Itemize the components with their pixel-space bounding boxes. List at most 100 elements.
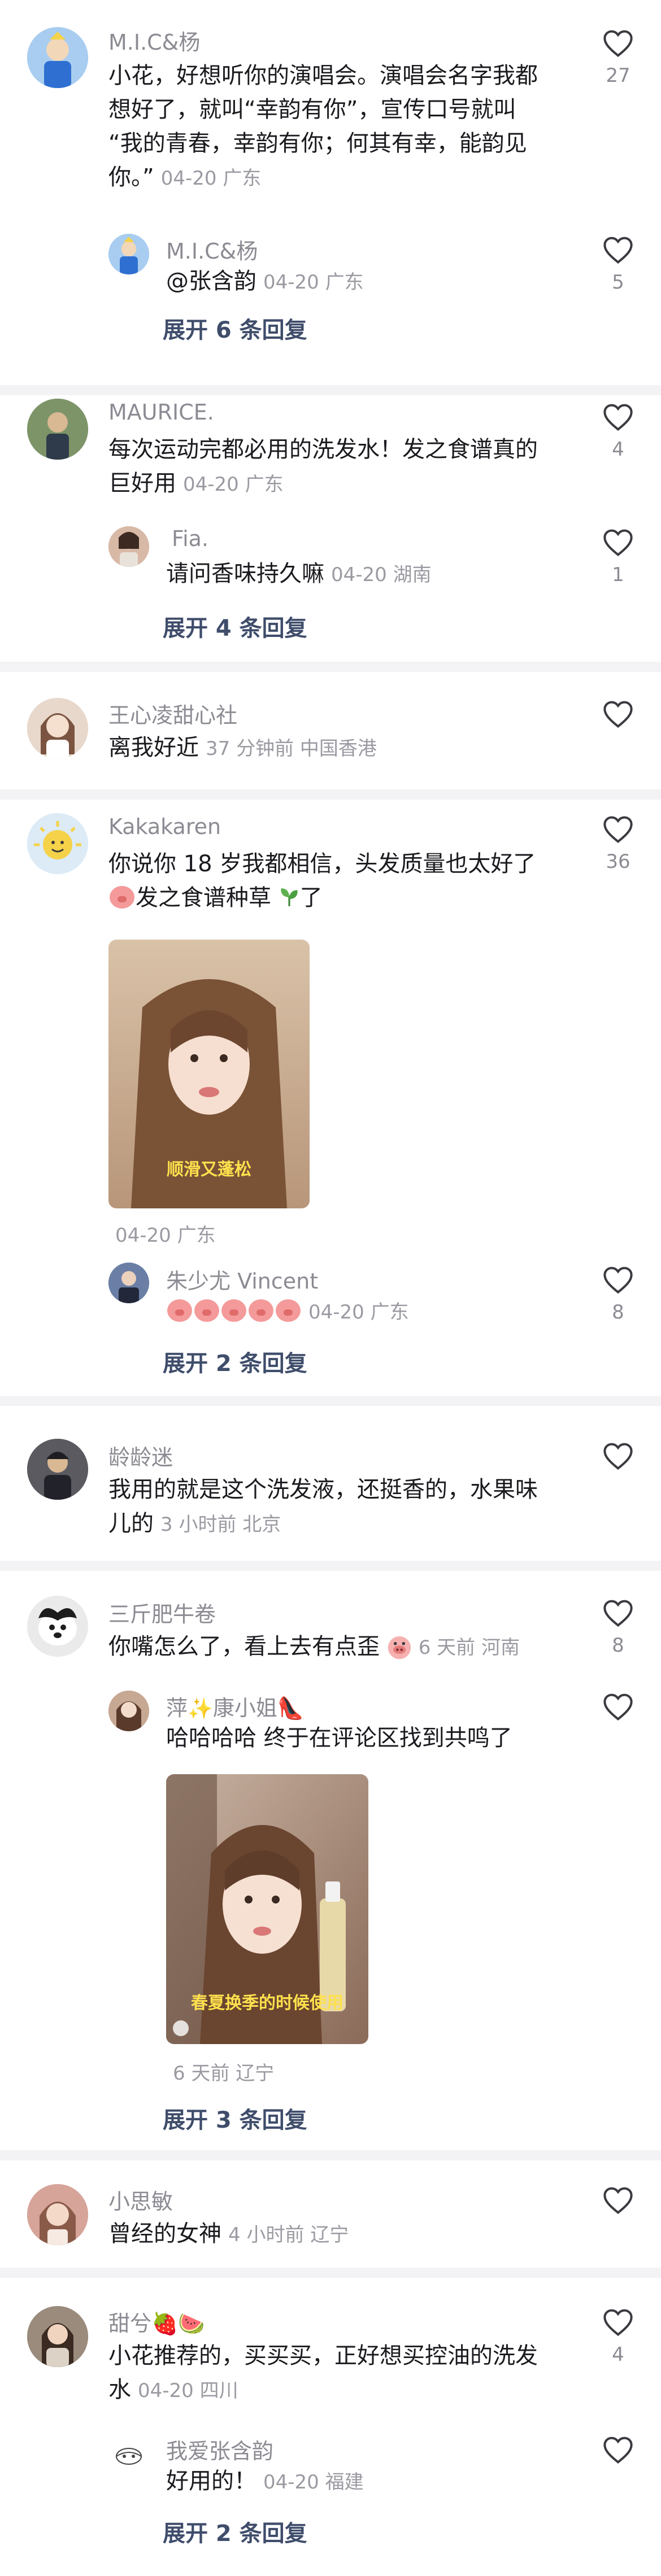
- image-caption: 顺滑又蓬松: [167, 1160, 251, 1180]
- reply-image[interactable]: 春夏换季的时候使用: [166, 1774, 368, 2044]
- avatar[interactable]: [27, 399, 88, 460]
- pig-emoji-icon: [276, 1299, 301, 1322]
- heart-outline-icon: [603, 1267, 633, 1294]
- heart-outline-icon: [603, 2437, 633, 2464]
- comment-username[interactable]: 小思敏: [108, 2184, 173, 2215]
- pig-emoji-icon: [194, 1299, 219, 1322]
- like-button[interactable]: 1: [598, 529, 638, 586]
- comment-thread: 小思敏 曾经的女神 4 小时前 辽宁: [0, 2160, 661, 2278]
- comment-text: 每次运动完都必用的洗发水！发之食谱真的 巨好用 04-20 广东: [108, 433, 583, 501]
- like-button[interactable]: 4: [598, 403, 638, 461]
- heart-outline-icon: [603, 1443, 633, 1470]
- comment-text: 小花，好想听你的演唱会。演唱会名字我都 想好了，就叫“幸韵有你”，宣传口号就叫 …: [108, 59, 583, 195]
- like-button[interactable]: 4: [598, 2308, 638, 2366]
- reply-text: 好用的！ 04-20 福建: [166, 2468, 364, 2494]
- avatar[interactable]: [27, 813, 88, 874]
- comment-thread: M.I.C&杨 小花，好想听你的演唱会。演唱会名字我都 想好了，就叫“幸韵有你”…: [0, 0, 661, 395]
- expand-replies-link[interactable]: 展开 6 条回复: [163, 312, 307, 344]
- like-button[interactable]: 8: [598, 1266, 638, 1324]
- heart-outline-icon: [603, 2187, 633, 2214]
- avatar[interactable]: [27, 698, 88, 759]
- expand-replies-link[interactable]: 展开 4 条回复: [163, 610, 307, 643]
- comment-line: “我的青春，幸韵有你；何其有幸，能韵见: [108, 130, 527, 156]
- reply-meta: 04-20 广东: [263, 271, 364, 294]
- divider: [0, 2268, 661, 2278]
- comment-thread: 龄龄迷 我用的就是这个洗发液，还挺香的，水果味 儿的 3 小时前 北京: [0, 1406, 661, 1571]
- comment-line: 儿的: [108, 1510, 154, 1536]
- heart-outline-icon: [603, 1600, 633, 1627]
- like-count: 27: [606, 64, 630, 87]
- image-caption: 春夏换季的时候使用: [191, 1993, 343, 2013]
- avatar[interactable]: [27, 27, 88, 88]
- comment-meta: 04-20 广东: [183, 473, 284, 496]
- seedling-emoji-icon: [281, 888, 298, 906]
- comment-meta: 04-20 广东: [115, 1224, 216, 1247]
- like-count: 8: [612, 1634, 624, 1657]
- comment-line: 你。”: [108, 164, 154, 190]
- like-button[interactable]: 8: [598, 1599, 638, 1657]
- like-button[interactable]: 5: [598, 236, 638, 294]
- mention-link[interactable]: @张含韵: [166, 268, 256, 294]
- comment-line: 小花推荐的，买买买，正好想买控油的洗发: [108, 2343, 538, 2369]
- comment-line: 巨好用: [108, 470, 176, 496]
- reply-username[interactable]: Fia.: [172, 526, 208, 551]
- comment-line: 小花，好想听你的演唱会。演唱会名字我都: [108, 63, 538, 89]
- avatar[interactable]: [27, 2306, 88, 2367]
- watermelon-emoji-icon: 🍉: [178, 2311, 205, 2336]
- high-heel-emoji-icon: 👠: [277, 1696, 305, 1721]
- reply-text: 04-20 广东: [166, 1294, 573, 1329]
- avatar[interactable]: [27, 1596, 88, 1657]
- divider: [0, 385, 661, 395]
- like-button[interactable]: [598, 2186, 638, 2215]
- like-count: 5: [612, 271, 624, 294]
- heart-outline-icon: [603, 30, 633, 57]
- divider: [0, 1396, 661, 1406]
- expand-replies-link[interactable]: 展开 3 条回复: [163, 2102, 307, 2134]
- reply-username[interactable]: M.I.C&杨: [166, 234, 258, 265]
- like-count: 1: [612, 564, 624, 586]
- like-button[interactable]: [598, 1693, 638, 1721]
- comment-username[interactable]: Kakakaren: [108, 814, 221, 839]
- comment-username[interactable]: M.I.C&杨: [108, 25, 200, 56]
- avatar[interactable]: [108, 1691, 149, 1731]
- comment-thread: 甜兮🍓🍉 小花推荐的，买买买，正好想买控油的洗发 水 04-20 四川 4 我爱张…: [0, 2278, 661, 2576]
- heart-outline-icon: [603, 2309, 633, 2336]
- heart-outline-icon: [603, 529, 633, 556]
- heart-outline-icon: [603, 237, 633, 264]
- comment-thread: 三斤肥牛卷 你嘴怎么了，看上去有点歪 6 天前 河南 8 萍✨康小姐👠 哈哈哈哈…: [0, 1571, 661, 2160]
- avatar[interactable]: [108, 1263, 149, 1303]
- comment-text: 曾经的女神 4 小时前 辽宁: [108, 2221, 349, 2247]
- expand-replies-link[interactable]: 展开 2 条回复: [163, 1345, 307, 1378]
- comment-username[interactable]: MAURICE.: [108, 400, 214, 425]
- like-button[interactable]: [598, 700, 638, 728]
- comment-username[interactable]: 甜兮🍓🍉: [108, 2306, 205, 2337]
- comment-text: 小花推荐的，买买买，正好想买控油的洗发 水 04-20 四川: [108, 2339, 594, 2408]
- like-button[interactable]: [598, 1442, 638, 1470]
- comment-username[interactable]: 三斤肥牛卷: [108, 1597, 216, 1628]
- divider: [0, 2150, 661, 2160]
- comment-username[interactable]: 龄龄迷: [108, 1440, 173, 1471]
- reply-username[interactable]: 朱少尤 Vincent: [166, 1264, 318, 1295]
- divider: [0, 1561, 661, 1571]
- avatar[interactable]: [27, 1439, 88, 1500]
- comment-image[interactable]: 顺滑又蓬松: [108, 940, 310, 1208]
- like-count: 4: [612, 438, 624, 461]
- heart-outline-icon: [603, 404, 633, 431]
- expand-replies-link[interactable]: 展开 2 条回复: [163, 2515, 307, 2548]
- reply-username[interactable]: 我爱张含韵: [166, 2434, 273, 2465]
- comment-thread: Kakakaren 你说你 18 岁我都相信，头发质量也太好了 发之食谱种草 了…: [0, 800, 661, 1406]
- comment-username[interactable]: 王心凌甜心社: [108, 698, 237, 729]
- comment-line: 想好了，就叫“幸韵有你”，宣传口号就叫: [108, 97, 516, 123]
- heart-outline-icon: [603, 816, 633, 843]
- reply-meta: 04-20 福建: [263, 2471, 364, 2494]
- avatar[interactable]: [108, 2434, 149, 2474]
- avatar[interactable]: [108, 234, 149, 274]
- avatar[interactable]: [108, 526, 149, 567]
- pig-emoji-icon: [249, 1299, 273, 1322]
- reply-username[interactable]: 萍✨康小姐👠: [166, 1691, 304, 1722]
- like-button[interactable]: 27: [598, 29, 638, 87]
- like-button[interactable]: 36: [598, 815, 638, 873]
- avatar[interactable]: [27, 2184, 88, 2245]
- heart-outline-icon: [603, 701, 633, 728]
- like-button[interactable]: [598, 2436, 638, 2464]
